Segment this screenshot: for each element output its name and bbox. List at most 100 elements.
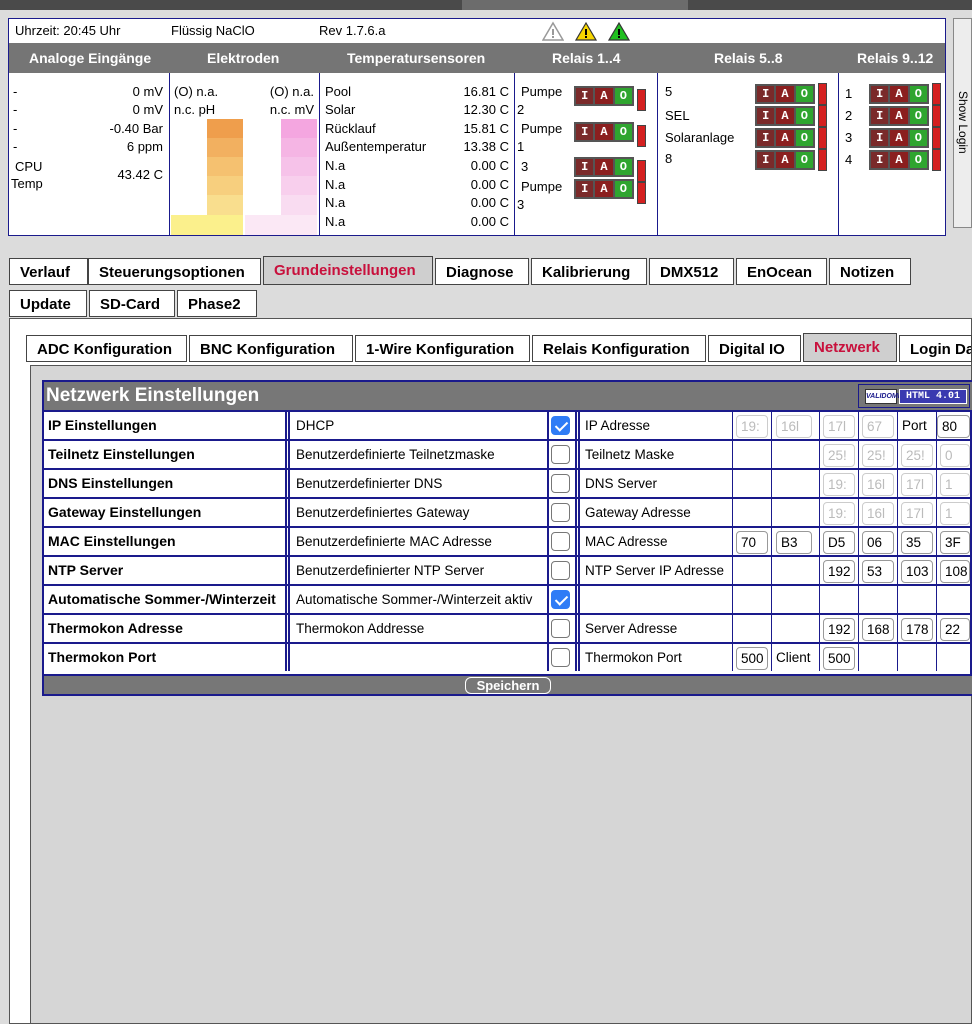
- relais-label: Pumpe: [521, 179, 563, 194]
- relais-status-led: [818, 127, 827, 149]
- top-strip: [0, 0, 972, 10]
- relais-iao-switch[interactable]: IAO: [755, 150, 815, 170]
- setting-description: Benutzerdefiniertes Gateway: [296, 505, 470, 520]
- network-row: Teilnetz Einstellungen Benutzerdefinierte…: [44, 439, 972, 468]
- setting-checkbox[interactable]: [551, 416, 570, 435]
- address-input[interactable]: B3: [776, 531, 812, 554]
- relais-label: 3: [845, 130, 853, 145]
- address-input[interactable]: 0: [940, 444, 970, 467]
- address-input[interactable]: 70: [736, 531, 768, 554]
- subtab-netzwerk[interactable]: Netzwerk: [803, 333, 897, 362]
- address-input[interactable]: 25!: [823, 444, 855, 467]
- address-input[interactable]: D5: [823, 531, 855, 554]
- setting-checkbox[interactable]: [551, 648, 570, 667]
- validator-badge[interactable]: VALIDOME HTML 4.01: [858, 384, 970, 408]
- setting-description: Benutzerdefinierte MAC Adresse: [296, 534, 492, 549]
- temp-value: 16.81 C: [463, 84, 509, 99]
- relais-iao-switch[interactable]: IAO: [755, 106, 815, 126]
- network-row: NTP Server Benutzerdefinierter NTP Server…: [44, 555, 972, 584]
- temp-name: Außentemperatur: [325, 139, 427, 154]
- address-input[interactable]: 35: [901, 531, 933, 554]
- address-input[interactable]: 108: [940, 560, 970, 583]
- setting-checkbox[interactable]: [551, 590, 570, 609]
- tab-notizen[interactable]: Notizen: [829, 258, 911, 285]
- setting-checkbox[interactable]: [551, 445, 570, 464]
- tab-kalibrierung[interactable]: Kalibrierung: [531, 258, 647, 285]
- relais-iao-switch[interactable]: IAO: [869, 106, 929, 126]
- address-input[interactable]: 3F: [940, 531, 970, 554]
- warning-yellow-icon: [575, 21, 597, 41]
- address-input[interactable]: 16l: [862, 473, 894, 496]
- relais-status-led: [818, 105, 827, 127]
- tab-enocean[interactable]: EnOcean: [736, 258, 827, 285]
- address-input[interactable]: 19:: [823, 502, 855, 525]
- tab-verlauf[interactable]: Verlauf: [9, 258, 88, 285]
- relais-iao-switch[interactable]: IAO: [574, 157, 634, 177]
- address-input[interactable]: 17l: [901, 473, 933, 496]
- setting-checkbox[interactable]: [551, 532, 570, 551]
- tab-diagnose[interactable]: Diagnose: [435, 258, 529, 285]
- analog-label: -: [13, 139, 18, 154]
- address-input[interactable]: 192: [823, 618, 855, 641]
- setting-label: NTP Server: [48, 562, 124, 578]
- setting-checkbox[interactable]: [551, 561, 570, 580]
- address-input[interactable]: 53: [862, 560, 894, 583]
- setting-checkbox[interactable]: [551, 503, 570, 522]
- tab-sd-card[interactable]: SD-Card: [89, 290, 175, 317]
- relais-iao-switch[interactable]: IAO: [755, 128, 815, 148]
- relais-iao-switch[interactable]: IAO: [574, 122, 634, 142]
- address-input[interactable]: 25!: [901, 444, 933, 467]
- relais-iao-switch[interactable]: IAO: [869, 150, 929, 170]
- address-input[interactable]: 192: [823, 560, 855, 583]
- tab-grundeinstellungen[interactable]: Grundeinstellungen: [263, 256, 433, 285]
- header-analog: Analoge Eingänge: [29, 50, 152, 66]
- analog-label: -: [13, 121, 18, 136]
- address-input[interactable]: 17l: [901, 502, 933, 525]
- address-input[interactable]: 19:: [823, 473, 855, 496]
- relais-iao-switch[interactable]: IAO: [755, 84, 815, 104]
- subtab-login-daten[interactable]: Login Da: [899, 335, 972, 362]
- address-input[interactable]: 168: [862, 618, 894, 641]
- tab-dmx512[interactable]: DMX512: [649, 258, 734, 285]
- temp-name: N.a: [325, 177, 346, 192]
- address-input[interactable]: 17l: [823, 415, 855, 438]
- address-input[interactable]: 67: [862, 415, 894, 438]
- relais-label: Solaranlage: [665, 130, 735, 145]
- tab-steuerungsoptionen[interactable]: Steuerungsoptionen: [88, 258, 261, 285]
- address-input[interactable]: 500: [823, 647, 855, 670]
- address-input[interactable]: 06: [862, 531, 894, 554]
- relais-iao-switch[interactable]: IAO: [869, 84, 929, 104]
- relais-iao-switch[interactable]: IAO: [574, 179, 634, 199]
- address-input[interactable]: 16l: [862, 502, 894, 525]
- address-input[interactable]: 1: [940, 502, 970, 525]
- relais-status-led: [932, 83, 941, 105]
- relais-status-led: [818, 83, 827, 105]
- temp-value: 15.81 C: [463, 121, 509, 136]
- setting-checkbox[interactable]: [551, 474, 570, 493]
- address-input[interactable]: 22: [940, 618, 970, 641]
- address-input[interactable]: 16l: [776, 415, 812, 438]
- subtab-adc[interactable]: ADC Konfiguration: [26, 335, 187, 362]
- field-label: Gateway Adresse: [585, 505, 691, 520]
- temp-name: Solar: [325, 102, 356, 117]
- address-input[interactable]: 178: [901, 618, 933, 641]
- tab-update[interactable]: Update: [9, 290, 87, 317]
- header-relais-1-4: Relais 1..4: [552, 50, 621, 66]
- address-input[interactable]: 19:: [736, 415, 768, 438]
- tab-phase2[interactable]: Phase2: [177, 290, 257, 317]
- subtab-bnc[interactable]: BNC Konfiguration: [189, 335, 353, 362]
- port-input[interactable]: 80: [937, 415, 970, 438]
- address-input[interactable]: 500: [736, 647, 768, 670]
- relais-iao-switch[interactable]: IAO: [574, 86, 634, 106]
- save-button[interactable]: Speichern: [465, 677, 551, 694]
- subtab-relais[interactable]: Relais Konfiguration: [532, 335, 706, 362]
- subtab-digital-io[interactable]: Digital IO: [708, 335, 801, 362]
- analog-value: 6 ppm: [126, 139, 163, 154]
- address-input[interactable]: 1: [940, 473, 970, 496]
- subtab-1wire[interactable]: 1-Wire Konfiguration: [355, 335, 530, 362]
- address-input[interactable]: 25!: [862, 444, 894, 467]
- show-login-button[interactable]: Show Login: [953, 18, 972, 228]
- setting-checkbox[interactable]: [551, 619, 570, 638]
- address-input[interactable]: 103: [901, 560, 933, 583]
- relais-iao-switch[interactable]: IAO: [869, 128, 929, 148]
